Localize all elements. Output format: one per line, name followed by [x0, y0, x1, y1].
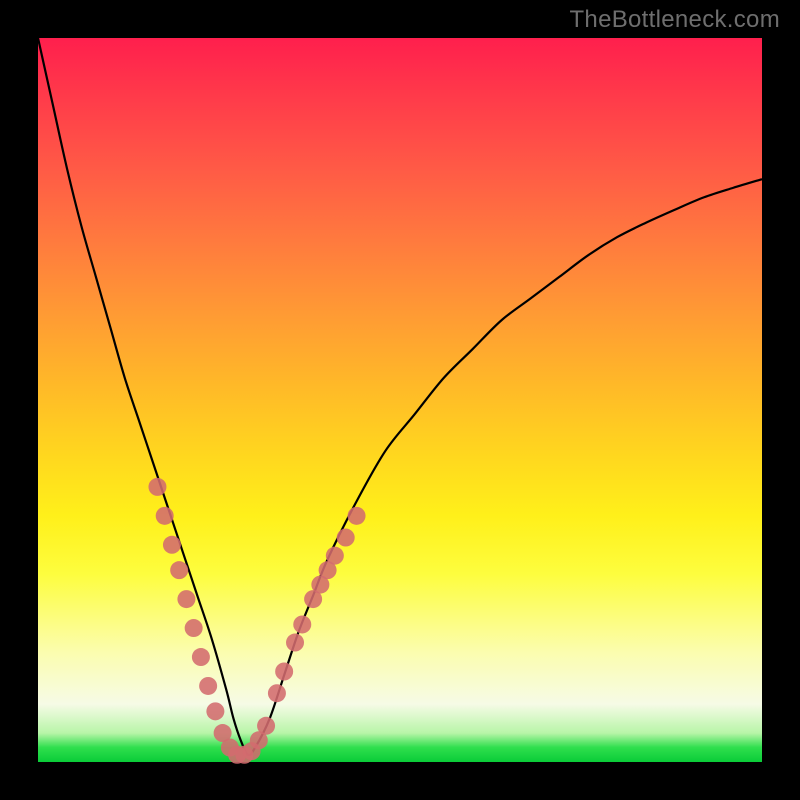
- data-point: [206, 702, 224, 720]
- data-point: [326, 547, 344, 565]
- watermark-text: TheBottleneck.com: [569, 6, 780, 34]
- data-point: [337, 529, 355, 547]
- data-point: [163, 536, 181, 554]
- data-point: [185, 619, 203, 637]
- data-point: [170, 561, 188, 579]
- data-point: [257, 717, 275, 735]
- data-point: [348, 507, 366, 525]
- highlighted-points: [148, 478, 365, 764]
- chart-frame: TheBottleneck.com: [0, 0, 800, 800]
- bottleneck-curve: [38, 38, 762, 755]
- data-point: [275, 663, 293, 681]
- data-point: [148, 478, 166, 496]
- chart-svg: [38, 38, 762, 762]
- data-point: [199, 677, 217, 695]
- data-point: [192, 648, 210, 666]
- data-point: [177, 590, 195, 608]
- plot-area: [38, 38, 762, 762]
- data-point: [268, 684, 286, 702]
- data-point: [156, 507, 174, 525]
- data-point: [293, 615, 311, 633]
- data-point: [286, 634, 304, 652]
